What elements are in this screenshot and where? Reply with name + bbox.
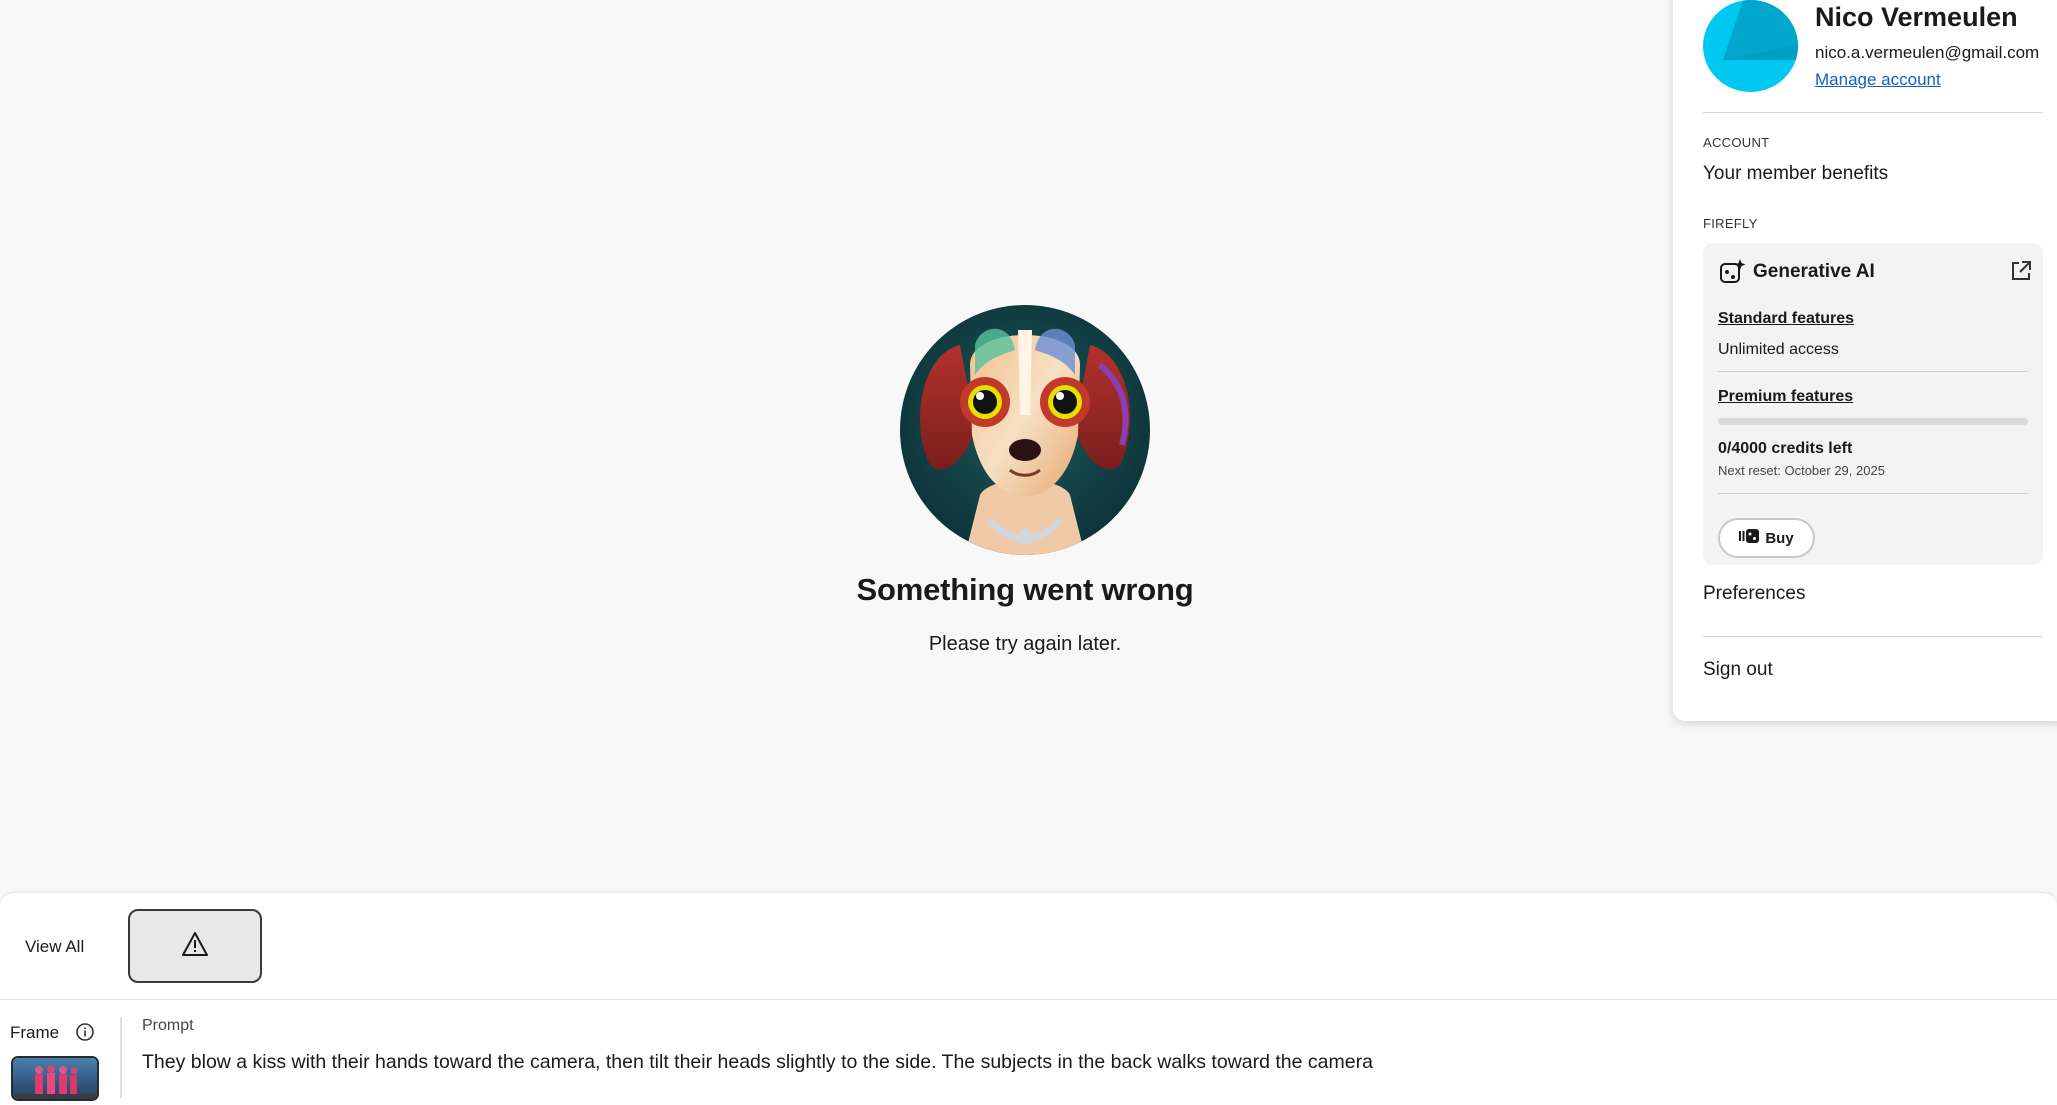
- divider: [120, 1017, 122, 1098]
- prompt-text[interactable]: They blow a kiss with their hands toward…: [142, 1051, 1373, 1074]
- divider: [1703, 112, 2043, 113]
- error-title: Something went wrong: [856, 572, 1194, 607]
- avatar[interactable]: [1703, 0, 1798, 92]
- frame-label: Frame: [10, 1023, 60, 1042]
- warning-icon: [181, 931, 209, 962]
- info-icon[interactable]: [75, 1022, 95, 1042]
- external-link-icon[interactable]: [2009, 259, 2033, 283]
- error-message: Please try again later.: [928, 633, 1122, 655]
- sparkle-icon: [1719, 258, 1747, 286]
- sign-out-link[interactable]: Sign out: [1703, 659, 1773, 681]
- premium-features-link[interactable]: Premium features: [1718, 388, 1853, 406]
- generative-ai-title: Generative AI: [1753, 261, 1875, 282]
- prompt-label: Prompt: [142, 1017, 194, 1034]
- divider: [1703, 636, 2043, 637]
- user-name: Nico Vermeulen: [1815, 2, 2018, 32]
- standard-features-value: Unlimited access: [1718, 341, 1839, 358]
- buy-button[interactable]: Buy: [1718, 518, 1815, 558]
- standard-features-link[interactable]: Standard features: [1718, 310, 1854, 328]
- credits-left: 0/4000 credits left: [1718, 440, 1853, 457]
- account-section-label: ACCOUNT: [1703, 135, 1770, 150]
- generation-thumbnail[interactable]: [128, 909, 262, 983]
- account-panel: Nico Vermeulen nico.a.vermeulen@gmail.co…: [1673, 0, 2057, 721]
- dog-illustration: [900, 305, 1150, 555]
- credits-progress-bar: [1718, 418, 2028, 425]
- next-reset-date: Next reset: October 29, 2025: [1718, 463, 1885, 478]
- user-email: nico.a.vermeulen@gmail.com: [1815, 43, 2040, 62]
- divider: [0, 999, 2057, 1000]
- frame-thumbnail[interactable]: [11, 1056, 99, 1101]
- divider: [1718, 371, 2028, 372]
- divider: [1718, 493, 2028, 494]
- firefly-section-label: FIREFLY: [1703, 216, 1758, 231]
- preferences-link[interactable]: Preferences: [1703, 583, 1805, 605]
- view-all-button[interactable]: View All: [25, 937, 84, 957]
- member-benefits-link[interactable]: Your member benefits: [1703, 163, 1888, 185]
- credits-icon: [1739, 528, 1760, 548]
- buy-label: Buy: [1765, 529, 1794, 547]
- manage-account-link[interactable]: Manage account: [1815, 70, 1941, 90]
- generative-ai-card: Generative AI Standard features Unlimite…: [1703, 243, 2043, 565]
- bottom-panel: View All Frame Prompt They blow a kiss w…: [0, 892, 2057, 1105]
